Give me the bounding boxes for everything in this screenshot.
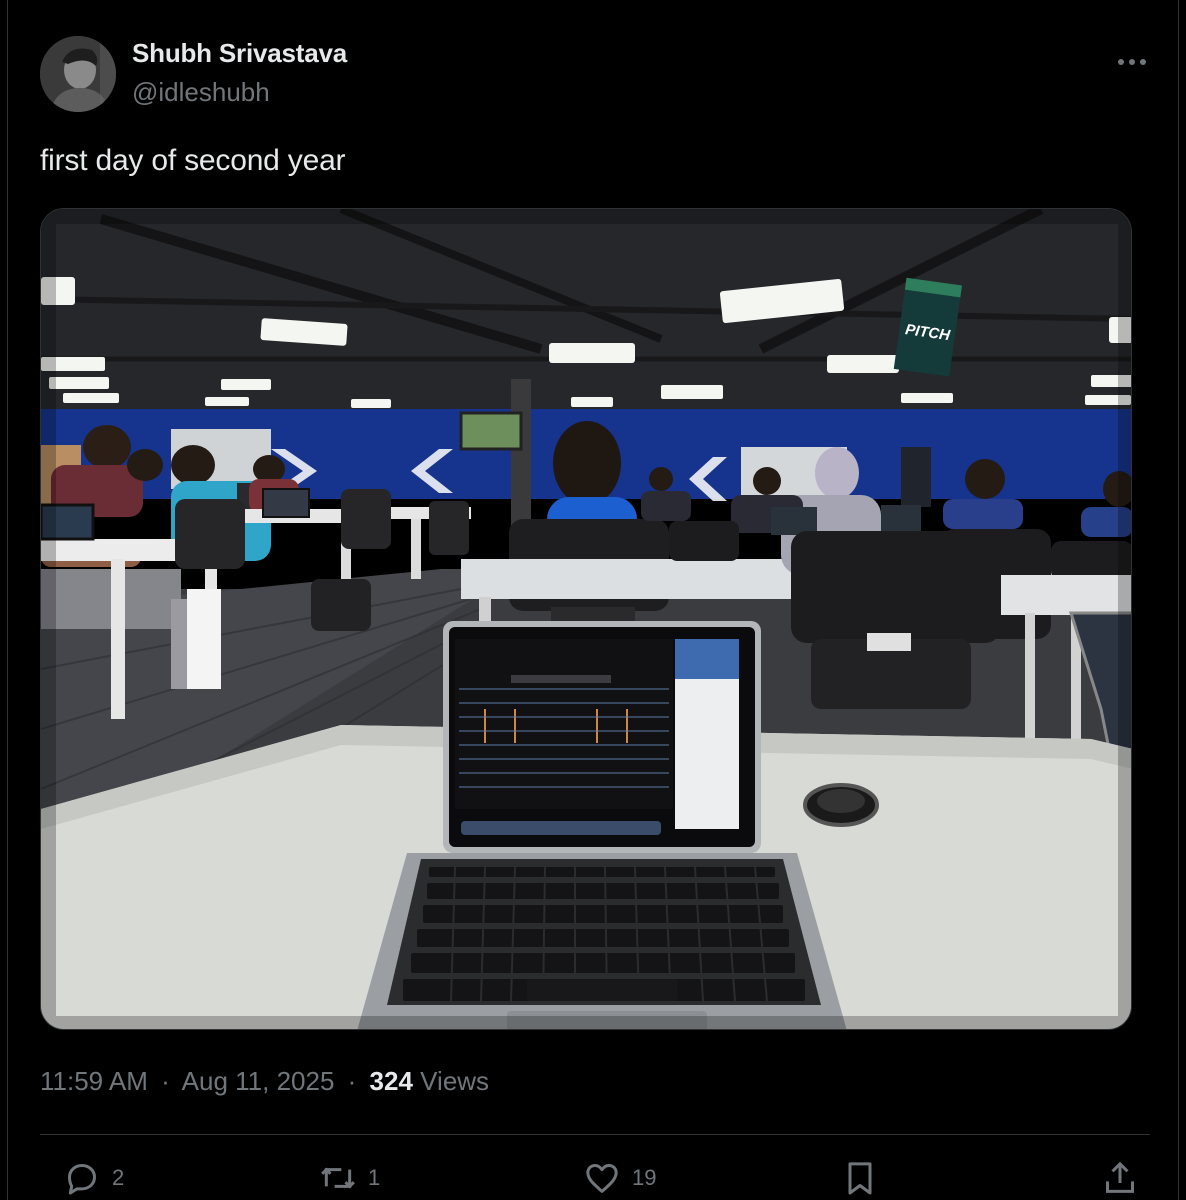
tweet-text: first day of second year <box>40 144 346 177</box>
more-icon <box>1118 59 1146 65</box>
retweet-button[interactable]: 1 <box>318 1158 380 1198</box>
reply-button[interactable]: 2 <box>62 1158 124 1198</box>
views-count: 324 <box>369 1066 413 1096</box>
retweet-icon <box>321 1167 355 1189</box>
tweet-header: Shubh Srivastava @idleshubh <box>40 36 1150 112</box>
meta-separator: · <box>161 1066 170 1096</box>
reply-count: 2 <box>112 1165 125 1190</box>
tweet-photo[interactable]: PITCH <box>40 208 1132 1030</box>
classroom-photo: PITCH <box>41 209 1131 1029</box>
avatar-image <box>40 36 116 112</box>
tweet-meta: 11:59 AM · Aug 11, 2025 · 324 Views <box>40 1066 489 1097</box>
views-label: Views <box>420 1066 490 1096</box>
retweet-count: 1 <box>368 1165 381 1190</box>
share-icon <box>1106 1161 1134 1193</box>
bookmark-icon <box>848 1162 872 1195</box>
author-info: Shubh Srivastava @idleshubh <box>132 38 347 108</box>
reply-icon <box>68 1164 96 1195</box>
handle[interactable]: @idleshubh <box>132 77 347 108</box>
more-button[interactable] <box>1114 44 1150 80</box>
action-bar: 2 1 19 <box>40 1152 1138 1200</box>
tweet-date[interactable]: Aug 11, 2025 <box>182 1066 335 1096</box>
divider <box>40 1134 1150 1135</box>
like-count: 19 <box>632 1165 657 1190</box>
page: Shubh Srivastava @idleshubh first day of… <box>7 0 1179 1200</box>
bookmark-button[interactable] <box>840 1158 880 1198</box>
meta-separator-2: · <box>347 1066 357 1096</box>
display-name[interactable]: Shubh Srivastava <box>132 38 347 69</box>
heart-icon <box>586 1164 618 1193</box>
like-button[interactable]: 19 <box>582 1158 656 1198</box>
avatar[interactable] <box>40 36 116 112</box>
tweet-time[interactable]: 11:59 AM <box>40 1066 148 1096</box>
tweet[interactable]: Shubh Srivastava @idleshubh first day of… <box>8 0 1180 1200</box>
share-button[interactable] <box>1100 1158 1140 1198</box>
